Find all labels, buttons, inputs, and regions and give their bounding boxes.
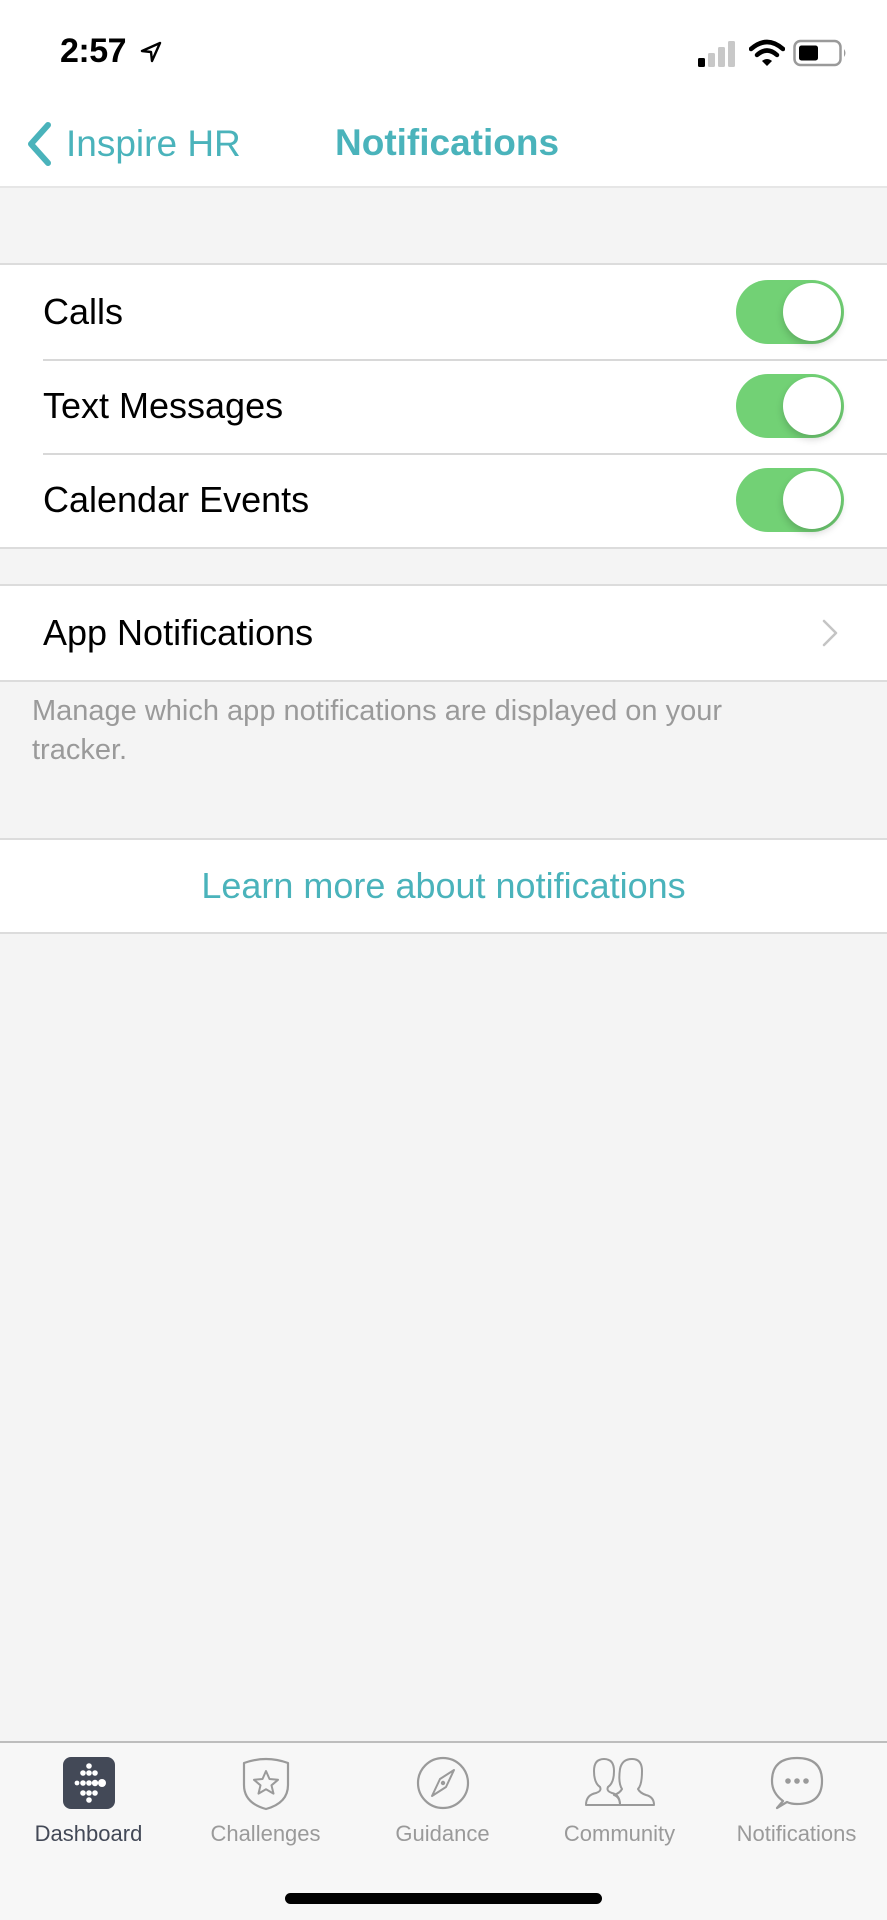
toggle-knob xyxy=(783,283,841,341)
toggle-row-text-messages: Text Messages xyxy=(0,359,887,453)
calls-toggle[interactable] xyxy=(736,280,844,344)
app-notifications-label: App Notifications xyxy=(43,612,314,653)
tab-label: Community xyxy=(563,1821,676,1846)
app-notifications-row[interactable]: App Notifications xyxy=(0,586,887,680)
toggle-knob xyxy=(783,377,841,435)
toggle-knob xyxy=(783,471,841,529)
tab-label: Dashboard xyxy=(34,1821,143,1846)
tab-notifications[interactable]: Notifications xyxy=(708,1755,885,1855)
tab-label: Challenges xyxy=(210,1821,321,1846)
learn-more-link[interactable]: Learn more about notifications xyxy=(0,838,887,934)
people-icon xyxy=(584,1758,655,1806)
navigation-bar: Inspire HR Notifications xyxy=(0,100,887,188)
back-button[interactable]: Inspire HR xyxy=(24,116,241,172)
learn-more-label: Learn more about notifications xyxy=(201,865,686,906)
screen: 2:57 Inspire HR Notifications Calls Text… xyxy=(0,0,887,1920)
status-time: 2:57 xyxy=(60,32,127,70)
app-notifications-description: Manage which app notifications are displ… xyxy=(32,695,722,766)
toggle-row-calendar-events: Calendar Events xyxy=(0,453,887,547)
text-messages-toggle[interactable] xyxy=(736,374,844,438)
battery-icon xyxy=(793,39,846,67)
cellular-signal-icon xyxy=(698,41,735,67)
back-label: Inspire HR xyxy=(66,123,241,164)
status-bar: 2:57 xyxy=(0,0,887,100)
tab-dashboard[interactable]: Dashboard xyxy=(0,1755,177,1855)
notification-toggles-group: Calls Text Messages Calendar Events xyxy=(0,263,887,549)
tab-label: Guidance xyxy=(395,1821,490,1846)
toggle-label: Calls xyxy=(43,291,124,332)
page-title: Notifications xyxy=(335,122,560,163)
tab-label: Notifications xyxy=(736,1821,857,1846)
chevron-left-icon xyxy=(28,122,51,166)
app-notifications-group: App Notifications xyxy=(0,584,887,682)
toggle-label: Text Messages xyxy=(43,385,284,426)
chat-bubble-icon xyxy=(770,1756,823,1810)
toggle-row-calls: Calls xyxy=(0,265,887,359)
calendar-events-toggle[interactable] xyxy=(736,468,844,532)
wifi-icon xyxy=(749,39,785,66)
chevron-right-icon xyxy=(822,619,838,647)
tab-challenges[interactable]: Challenges xyxy=(177,1755,354,1855)
home-indicator[interactable] xyxy=(285,1893,602,1904)
location-arrow-icon xyxy=(140,41,162,63)
tab-community[interactable]: Community xyxy=(531,1755,708,1855)
toggle-label: Calendar Events xyxy=(43,479,310,520)
fitbit-dots-icon xyxy=(62,1757,115,1809)
tab-guidance[interactable]: Guidance xyxy=(354,1755,531,1855)
star-badge-icon xyxy=(242,1757,289,1811)
compass-icon xyxy=(416,1756,469,1810)
